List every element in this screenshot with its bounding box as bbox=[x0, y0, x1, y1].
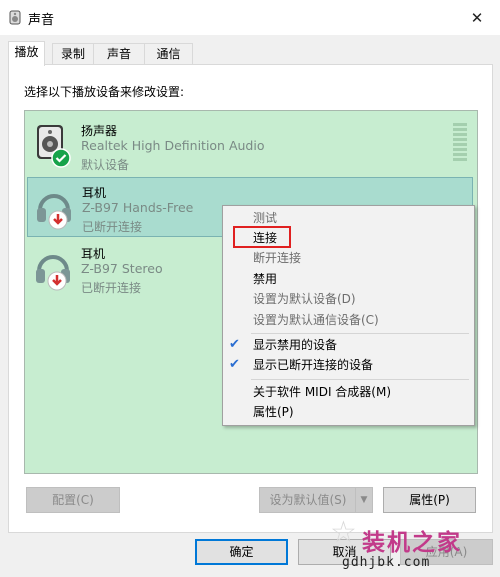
tab-label: 录制 bbox=[60, 47, 85, 61]
watermark-title: 装机之家 bbox=[362, 529, 462, 556]
context-menu: 测试 连接 断开连接 禁用 设置为默认设备(D) 设置为默认通信设备(C) ✔ … bbox=[222, 205, 475, 426]
device-speaker[interactable]: 扬声器 Realtek High Definition Audio 默认设备 bbox=[25, 116, 477, 174]
chevron-down-icon[interactable]: ▼ bbox=[355, 488, 372, 512]
speaker-icon bbox=[37, 125, 71, 168]
speaker-icon bbox=[9, 10, 21, 25]
volume-level-meter bbox=[453, 123, 467, 165]
headphone-icon bbox=[37, 194, 71, 230]
star-icon: ☆ bbox=[330, 515, 357, 550]
device-description: Realtek High Definition Audio bbox=[81, 138, 265, 153]
title-bar: 声音 ✕ bbox=[0, 0, 500, 35]
ok-button[interactable]: 确定 bbox=[195, 539, 288, 565]
menu-item-disable[interactable]: 禁用 bbox=[253, 270, 277, 288]
tab-label: 播放 bbox=[14, 45, 39, 59]
menu-item-disconnect[interactable]: 断开连接 bbox=[253, 249, 301, 267]
menu-item-show-disabled[interactable]: 显示禁用的设备 bbox=[253, 336, 337, 354]
checkmark-icon: ✔ bbox=[229, 337, 240, 352]
device-name: 耳机 bbox=[82, 186, 107, 200]
instruction-text: 选择以下播放设备来修改设置: bbox=[24, 85, 185, 99]
menu-item-set-default-device[interactable]: 设置为默认设备(D) bbox=[253, 290, 356, 308]
tab-label: 通信 bbox=[156, 47, 181, 61]
menu-item-about-midi[interactable]: 关于软件 MIDI 合成器(M) bbox=[253, 383, 391, 401]
checkmark-icon: ✔ bbox=[229, 357, 240, 372]
device-status: 已断开连接 bbox=[81, 281, 142, 295]
menu-item-test[interactable]: 测试 bbox=[253, 209, 277, 227]
tab-sounds[interactable]: 声音 bbox=[93, 43, 145, 65]
device-description: Z-B97 Hands-Free bbox=[82, 200, 194, 215]
menu-separator bbox=[251, 333, 469, 334]
properties-button[interactable]: 属性(P) bbox=[383, 487, 476, 513]
tab-communications[interactable]: 通信 bbox=[144, 43, 193, 65]
tab-label: 声音 bbox=[106, 47, 131, 61]
device-description: Z-B97 Stereo bbox=[81, 261, 163, 276]
menu-item-connect[interactable]: 连接 bbox=[253, 229, 277, 247]
configure-button[interactable]: 配置(C) bbox=[26, 487, 120, 513]
device-name: 耳机 bbox=[81, 247, 106, 261]
menu-item-show-disconnected[interactable]: 显示已断开连接的设备 bbox=[253, 356, 373, 374]
close-button[interactable]: ✕ bbox=[454, 0, 500, 35]
watermark-url: gdhjbk.com bbox=[342, 555, 431, 570]
menu-separator bbox=[251, 379, 469, 380]
set-default-label: 设为默认值(S) bbox=[269, 493, 347, 507]
window-title: 声音 bbox=[28, 13, 55, 28]
menu-item-set-default-comm-device[interactable]: 设置为默认通信设备(C) bbox=[253, 311, 379, 329]
device-status: 已断开连接 bbox=[82, 220, 143, 234]
watermark: ☆ 装机之家 gdhjbk.com bbox=[330, 515, 492, 573]
device-name: 扬声器 bbox=[81, 124, 118, 138]
menu-item-properties[interactable]: 属性(P) bbox=[253, 403, 294, 421]
tab-recording[interactable]: 录制 bbox=[52, 43, 94, 65]
close-icon: ✕ bbox=[470, 8, 484, 27]
set-default-button[interactable]: 设为默认值(S) ▼ bbox=[259, 487, 373, 513]
headphone-icon bbox=[36, 255, 70, 291]
tab-playback[interactable]: 播放 bbox=[8, 41, 45, 66]
device-status: 默认设备 bbox=[81, 158, 130, 172]
